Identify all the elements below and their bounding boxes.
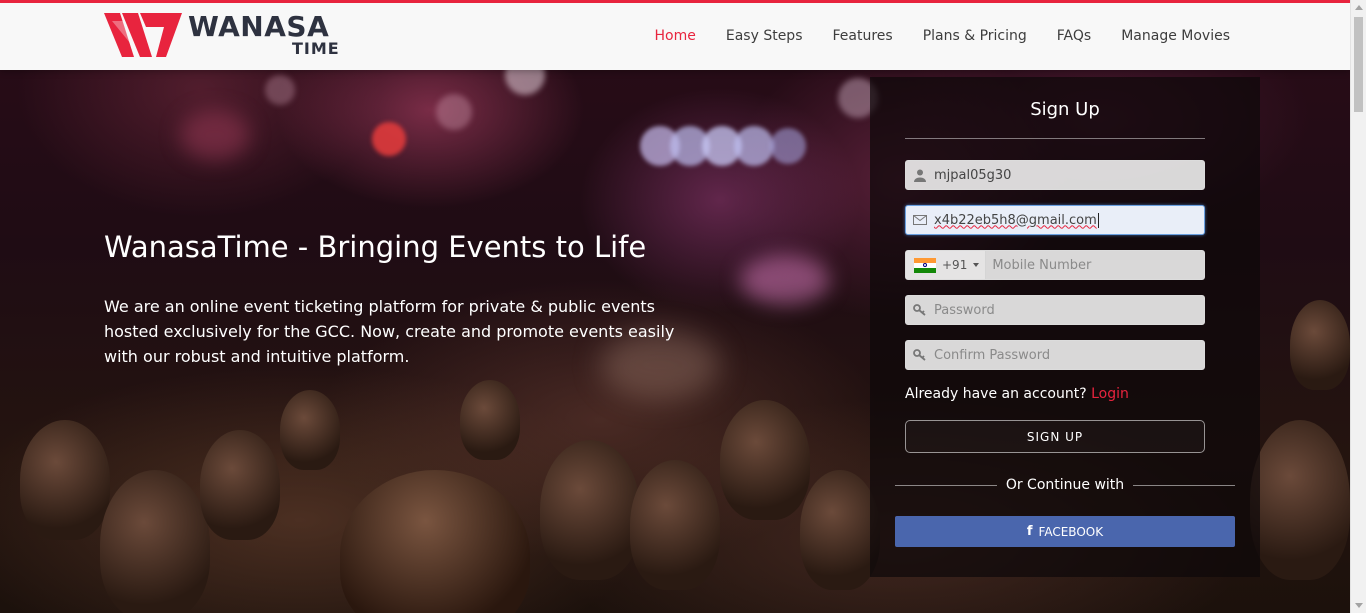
divider-line-right <box>1133 484 1235 486</box>
signup-title: Sign Up <box>1030 99 1100 120</box>
signup-title-divider <box>905 138 1205 139</box>
main-nav: Home Easy Steps Features Plans & Pricing… <box>655 28 1230 44</box>
or-continue-divider: Or Continue with <box>895 477 1235 493</box>
nav-plans-pricing[interactable]: Plans & Pricing <box>923 28 1027 44</box>
dial-code: +91 <box>942 258 968 272</box>
nav-faqs[interactable]: FAQs <box>1057 28 1091 44</box>
nav-features[interactable]: Features <box>832 28 892 44</box>
signup-panel: Sign Up x4b22eb5h8@gmail.com +91 <box>870 77 1260 577</box>
site-header: WANASA TIME Home Easy Steps Features Pla… <box>0 0 1350 70</box>
facebook-icon: f <box>1026 524 1033 539</box>
facebook-label: FACEBOOK <box>1038 524 1104 539</box>
facebook-login-button[interactable]: f FACEBOOK <box>895 516 1235 547</box>
country-code-select[interactable]: +91 <box>906 251 987 279</box>
logo-mark-icon <box>104 13 182 57</box>
scroll-up-arrow-icon[interactable] <box>1355 5 1363 10</box>
login-prompt: Already have an account? Login <box>905 386 1129 402</box>
mobile-field[interactable]: +91 <box>905 250 1205 280</box>
confirm-password-input[interactable] <box>934 341 1204 369</box>
login-link[interactable]: Login <box>1091 386 1129 402</box>
email-field[interactable]: x4b22eb5h8@gmail.com <box>905 205 1205 235</box>
key-icon <box>906 341 934 369</box>
page-scrollbar[interactable] <box>1350 0 1366 613</box>
chevron-down-icon <box>973 263 980 267</box>
mobile-input[interactable] <box>986 251 1204 279</box>
username-input[interactable] <box>934 161 1204 189</box>
hero-description: We are an online event ticketing platfor… <box>104 297 675 366</box>
hero-title: WanasaTime - Bringing Events to Life <box>104 230 647 264</box>
account-prompt-text: Already have an account? <box>905 386 1087 402</box>
nav-home[interactable]: Home <box>655 28 696 44</box>
signup-button[interactable]: SIGN UP <box>905 420 1205 453</box>
nav-manage-movies[interactable]: Manage Movies <box>1121 28 1230 44</box>
or-continue-text: Or Continue with <box>1005 477 1125 493</box>
password-input[interactable] <box>934 296 1204 324</box>
envelope-icon <box>906 206 934 234</box>
user-icon <box>906 161 934 189</box>
email-value[interactable]: x4b22eb5h8@gmail.com <box>934 213 1097 228</box>
logo[interactable]: WANASA TIME <box>104 10 344 63</box>
password-field[interactable] <box>905 295 1205 325</box>
scrollbar-thumb[interactable] <box>1354 17 1363 112</box>
logo-subword: TIME <box>292 39 340 58</box>
text-cursor <box>1097 212 1099 228</box>
nav-easy-steps[interactable]: Easy Steps <box>726 28 803 44</box>
key-icon <box>906 296 934 324</box>
confirm-password-field[interactable] <box>905 340 1205 370</box>
divider-line-left <box>895 484 997 486</box>
username-field[interactable] <box>905 160 1205 190</box>
scroll-down-arrow-icon[interactable] <box>1355 603 1363 608</box>
india-flag-icon <box>914 257 936 273</box>
